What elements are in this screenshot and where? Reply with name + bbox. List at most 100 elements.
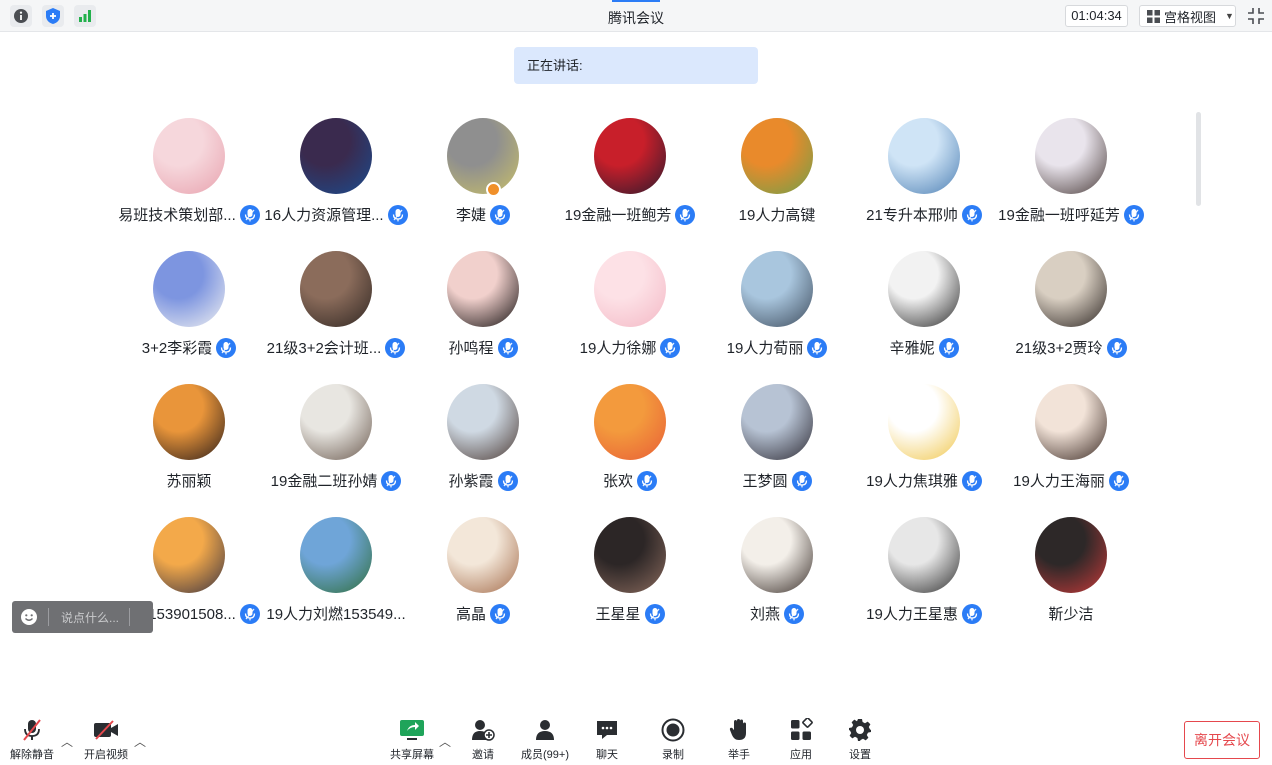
mic-status-icon: [807, 337, 828, 358]
record-button[interactable]: 录制: [641, 718, 705, 764]
invite-button[interactable]: 邀请: [451, 718, 515, 764]
avatar: [741, 118, 813, 194]
mic-status-icon: [1106, 337, 1127, 358]
chat-placeholder[interactable]: 说点什么...: [61, 609, 119, 626]
participant-name: 易班技术策划部...: [118, 207, 236, 224]
participant-tile[interactable]: 21级3+2贾玲: [996, 251, 1146, 367]
participant-tile[interactable]: 19金融一班呼延芳: [996, 118, 1146, 234]
participant-name: 19人力王海丽: [1013, 473, 1105, 490]
start-video-label: 开启视频: [84, 749, 128, 761]
participant-name: 王星星: [595, 606, 641, 623]
participant-name: 孙鸣程: [448, 340, 494, 357]
mic-status-icon: [497, 337, 518, 358]
participant-name: 辛雅妮: [889, 340, 935, 357]
participant-tile[interactable]: 靳少洁: [996, 517, 1146, 633]
record-icon: [661, 718, 685, 742]
unmute-button[interactable]: 解除静音: [0, 718, 64, 764]
members-label: 成员(99+): [521, 749, 569, 761]
video-off-icon: [94, 720, 118, 740]
share-screen-label: 共享屏幕: [390, 749, 434, 761]
emoji-icon[interactable]: [20, 608, 38, 626]
participant-name: 刘燕: [749, 606, 780, 623]
avatar: [300, 251, 372, 327]
start-video-button[interactable]: 开启视频: [74, 718, 138, 764]
avatar: [594, 384, 666, 460]
avatar: [594, 517, 666, 593]
avatar: [153, 384, 225, 460]
chat-divider: [48, 608, 49, 626]
participant-name: 19金融二班孙婧: [270, 473, 378, 490]
participant-name: 张欢: [602, 473, 633, 490]
apps-button[interactable]: 应用: [769, 718, 833, 764]
avatar: [153, 517, 225, 593]
chat-divider-2: [129, 608, 131, 626]
avatar: [300, 384, 372, 460]
participant-tile[interactable]: 19人力王海丽: [996, 384, 1146, 500]
settings-button[interactable]: 设置: [828, 718, 892, 764]
participant-name: 21级3+2会计班...: [266, 340, 382, 357]
avatar: [1035, 384, 1107, 460]
chat-icon: [597, 721, 617, 739]
participant-name: 21专升本邢帅: [866, 207, 958, 224]
avatar: [741, 251, 813, 327]
participant-name: 19人力高键: [738, 207, 816, 224]
avatar: [1035, 517, 1107, 593]
avatar: [888, 517, 960, 593]
participant-name: 19人力刘燃153549...: [266, 606, 406, 623]
gear-icon: [849, 719, 871, 741]
mic-status-icon: [660, 337, 681, 358]
mic-status-icon: [1123, 204, 1144, 225]
unmute-label: 解除静音: [10, 749, 54, 761]
participant-name: 王梦圆: [742, 473, 788, 490]
invite-icon: [472, 720, 495, 741]
participant-name: 3+2李彩霞: [141, 340, 213, 357]
mic-status-icon: [216, 337, 237, 358]
avatar: [300, 118, 372, 194]
chat-button[interactable]: 聊天: [575, 718, 639, 764]
avatar: [300, 517, 372, 593]
avatar: [447, 118, 519, 194]
members-icon: [536, 720, 554, 740]
participant-name-line: 靳少洁: [976, 603, 1166, 624]
participant-name: 李婕: [455, 207, 486, 224]
participant-name: 16人力资源管理...: [264, 207, 384, 224]
mic-status-icon: [938, 337, 959, 358]
avatar: [594, 251, 666, 327]
avatar: [888, 384, 960, 460]
mic-status-icon: [490, 204, 510, 225]
avatar: [741, 384, 813, 460]
chat-input-bar[interactable]: 说点什么...: [12, 601, 153, 633]
mic-status-icon: [791, 470, 812, 491]
raise-hand-icon: [729, 719, 746, 740]
avatar: [594, 118, 666, 194]
mic-status-icon: [644, 603, 665, 624]
participant-name: 19金融一班鲍芳: [564, 207, 672, 224]
participant-name: 苏丽颖: [166, 473, 212, 490]
participant-name: 19人力王星惠: [866, 606, 958, 623]
chat-label: 聊天: [596, 749, 618, 761]
avatar: [1035, 118, 1107, 194]
participant-name: 19金融一班呼延芳: [998, 207, 1120, 224]
avatar: [888, 251, 960, 327]
mic-status-icon: [497, 470, 518, 491]
avatar: [447, 384, 519, 460]
raise-hand-button[interactable]: 举手: [707, 718, 771, 764]
share-screen-button[interactable]: 共享屏幕: [380, 718, 444, 764]
participant-name: 21级3+2贾玲: [1015, 340, 1103, 357]
members-button[interactable]: 成员(99+): [513, 718, 577, 764]
avatar: [153, 251, 225, 327]
grid-scrollbar[interactable]: [1196, 112, 1201, 206]
mic-status-icon: [784, 603, 804, 624]
avatar: [741, 517, 813, 593]
apps-label: 应用: [790, 749, 812, 761]
video-options-chevron-icon[interactable]: ︿: [134, 733, 146, 750]
host-badge-icon: [486, 182, 501, 197]
raise-hand-label: 举手: [728, 749, 750, 761]
avatar: [447, 251, 519, 327]
mic-off-icon: [23, 719, 41, 741]
participant-name: 19人力徐娜: [579, 340, 657, 357]
audio-options-chevron-icon[interactable]: ︿: [61, 733, 73, 750]
participant-name-line: 19人力王海丽: [976, 470, 1166, 491]
share-options-chevron-icon[interactable]: ︿: [439, 733, 451, 750]
leave-meeting-button[interactable]: 离开会议: [1184, 721, 1260, 759]
